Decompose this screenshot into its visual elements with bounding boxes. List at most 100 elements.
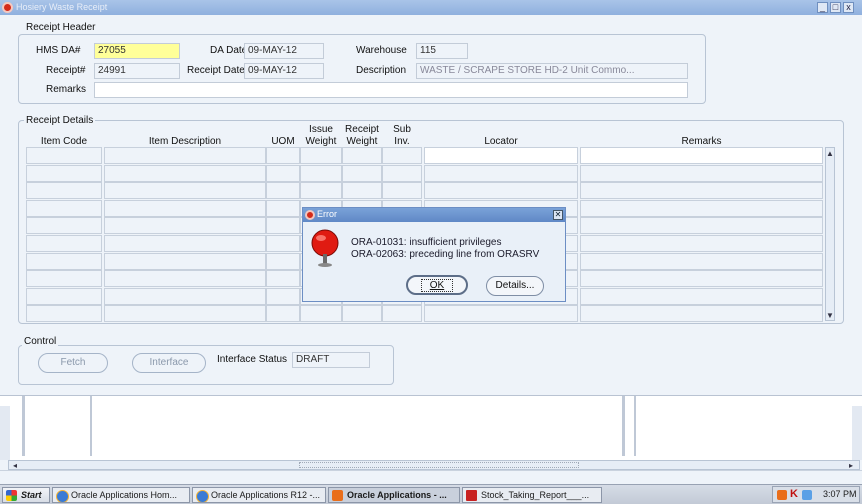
table-cell[interactable]: [104, 217, 266, 235]
network-tray-icon[interactable]: [802, 490, 812, 500]
hms-da-field[interactable]: 27055: [94, 43, 180, 59]
scroll-down-icon[interactable]: ▼: [826, 311, 834, 320]
start-button[interactable]: Start: [2, 487, 50, 503]
table-cell[interactable]: [382, 147, 422, 164]
table-cell[interactable]: [580, 270, 823, 288]
interface-status-field[interactable]: DRAFT: [292, 352, 370, 368]
interface-button[interactable]: Interface: [132, 353, 206, 373]
table-cell[interactable]: [104, 287, 266, 305]
table-cell[interactable]: [580, 235, 823, 252]
table-cell[interactable]: [26, 217, 102, 235]
table-cell[interactable]: [580, 252, 823, 270]
table-cell[interactable]: [342, 305, 382, 323]
table-cell[interactable]: [580, 305, 823, 323]
col-item-description: Item Description: [148, 136, 222, 147]
table-cell[interactable]: [104, 182, 266, 200]
table-cell[interactable]: [26, 270, 102, 288]
table-cell[interactable]: [424, 182, 578, 200]
table-cell[interactable]: [266, 164, 300, 182]
close-button[interactable]: x: [843, 2, 854, 13]
table-cell[interactable]: [382, 164, 422, 182]
horizontal-scrollbar[interactable]: ◂ ▸: [8, 460, 860, 470]
table-cell[interactable]: [26, 235, 102, 252]
table-cell[interactable]: [300, 305, 342, 323]
taskbar-item-label: Oracle Applications Hom...: [71, 490, 178, 500]
details-button[interactable]: Details...: [486, 276, 544, 296]
table-cell[interactable]: [104, 305, 266, 323]
table-cell[interactable]: [300, 182, 342, 200]
dialog-close-icon[interactable]: ✕: [553, 210, 563, 220]
taskbar-item-oracle-r12[interactable]: Oracle Applications R12 -...: [192, 487, 326, 503]
fetch-button[interactable]: Fetch: [38, 353, 108, 373]
warehouse-field[interactable]: 115: [416, 43, 468, 59]
receipt-number-field[interactable]: 24991: [94, 63, 180, 79]
table-cell[interactable]: [266, 147, 300, 164]
table-cell[interactable]: [382, 305, 422, 323]
taskbar-item-oracle-apps-active[interactable]: Oracle Applications - ...: [328, 487, 460, 503]
table-cell[interactable]: [300, 147, 342, 164]
description-field[interactable]: WASTE / SCRAPE STORE HD-2 Unit Commo...: [416, 63, 688, 79]
table-cell[interactable]: [424, 164, 578, 182]
table-cell[interactable]: [580, 217, 823, 235]
clock: 3:07 PM: [823, 489, 857, 499]
table-cell[interactable]: [26, 147, 102, 164]
table-cell[interactable]: [342, 164, 382, 182]
background-divider: [90, 396, 92, 456]
scroll-thumb[interactable]: [299, 462, 579, 468]
col-sub-inv-2: Inv.: [394, 136, 410, 147]
table-cell[interactable]: [266, 217, 300, 235]
taskbar-item-oracle-home[interactable]: Oracle Applications Hom...: [52, 487, 190, 503]
table-cell[interactable]: [580, 182, 823, 200]
table-cell[interactable]: [104, 270, 266, 288]
table-cell[interactable]: [382, 182, 422, 200]
table-cell[interactable]: [104, 164, 266, 182]
table-cell[interactable]: [104, 235, 266, 252]
col-item-code: Item Code: [40, 136, 88, 147]
table-cell[interactable]: [26, 164, 102, 182]
table-cell[interactable]: [26, 287, 102, 305]
table-cell[interactable]: [266, 199, 300, 217]
java-tray-icon[interactable]: [777, 490, 787, 500]
table-cell[interactable]: [266, 305, 300, 323]
browser-icon: [196, 490, 209, 502]
error-dialog-title-bar[interactable]: Error ✕: [303, 208, 565, 222]
minimize-button[interactable]: _: [817, 2, 828, 13]
table-cell[interactable]: [342, 147, 382, 164]
table-cell[interactable]: [26, 199, 102, 217]
table-cell[interactable]: [342, 182, 382, 200]
col-receipt-weight-2: Weight: [346, 136, 378, 147]
table-cell[interactable]: [580, 287, 823, 305]
k-tray-icon[interactable]: K: [790, 488, 798, 500]
window-title-bar[interactable]: Hosiery Waste Receipt _ □ x: [0, 0, 862, 15]
maximize-button[interactable]: □: [830, 2, 841, 13]
table-cell[interactable]: [26, 182, 102, 200]
scroll-up-icon[interactable]: ▲: [826, 149, 834, 158]
table-cell[interactable]: [104, 252, 266, 270]
table-cell[interactable]: [266, 235, 300, 252]
table-cell[interactable]: [26, 305, 102, 323]
taskbar-item-stock-report[interactable]: Stock_Taking_Report___...: [462, 487, 602, 503]
remarks-field[interactable]: [94, 82, 688, 98]
table-cell[interactable]: [104, 147, 266, 164]
col-locator: Locator: [484, 136, 518, 147]
table-cell[interactable]: [266, 270, 300, 288]
table-cell[interactable]: [266, 287, 300, 305]
grid-vertical-scrollbar[interactable]: ▲ ▼: [825, 147, 835, 321]
table-cell[interactable]: [266, 252, 300, 270]
table-cell[interactable]: [266, 182, 300, 200]
table-cell[interactable]: [300, 164, 342, 182]
table-cell[interactable]: [26, 252, 102, 270]
error-dialog[interactable]: Error ✕ ORA-01031: insufficient privileg…: [302, 207, 566, 302]
table-cell[interactable]: [424, 305, 578, 323]
table-cell[interactable]: [580, 147, 823, 164]
scroll-left-icon[interactable]: ◂: [11, 461, 19, 470]
table-cell[interactable]: [104, 199, 266, 217]
table-cell[interactable]: [580, 199, 823, 217]
scroll-right-icon[interactable]: ▸: [847, 461, 855, 470]
table-cell[interactable]: [424, 147, 578, 164]
ok-button[interactable]: OK: [406, 275, 468, 295]
table-cell[interactable]: [580, 164, 823, 182]
control-label: Control: [22, 336, 59, 347]
receipt-date-field[interactable]: 09-MAY-12: [244, 63, 324, 79]
da-date-field[interactable]: 09-MAY-12: [244, 43, 324, 59]
